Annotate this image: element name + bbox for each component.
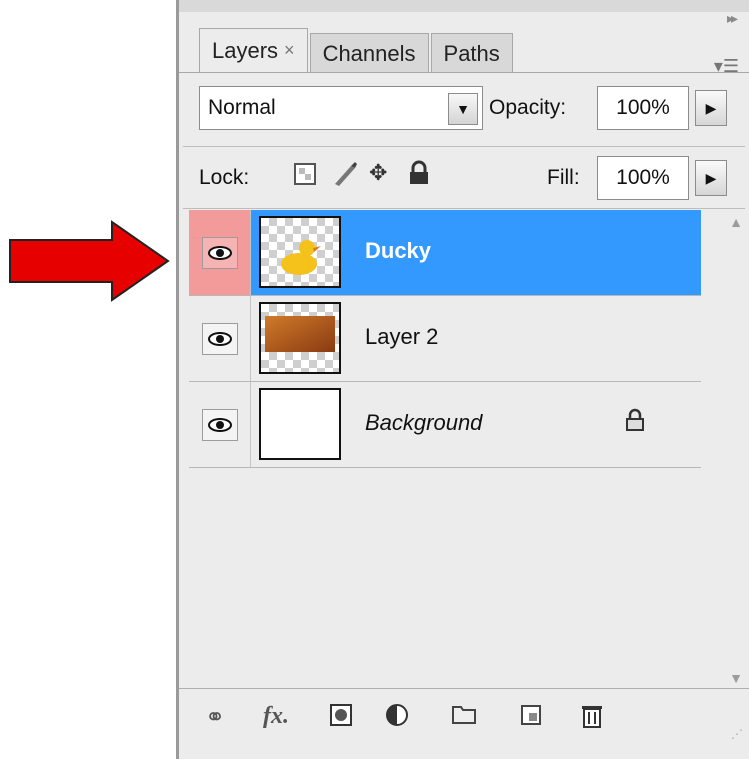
collapse-panel-icon[interactable]: ▸▸: [727, 10, 738, 27]
fill-slider-button[interactable]: ▶: [695, 160, 727, 196]
layer-name[interactable]: Layer 2: [365, 324, 438, 350]
layer-thumbnail-white: [259, 388, 341, 460]
trash-icon[interactable]: [581, 703, 603, 736]
visibility-toggle[interactable]: [189, 382, 251, 467]
panel-tabs: Layers × Channels Paths: [199, 28, 515, 73]
fill-input[interactable]: 100%: [597, 156, 689, 200]
scroll-up-icon[interactable]: ▲: [729, 214, 743, 230]
scroll-down-icon[interactable]: ▼: [729, 670, 743, 686]
divider: [183, 208, 745, 209]
layer-lock-icon: [625, 408, 645, 437]
tab-channels[interactable]: Channels: [309, 33, 429, 73]
adjustment-layer-icon[interactable]: [385, 703, 411, 736]
divider: [183, 146, 745, 147]
eye-icon: [201, 322, 238, 355]
layer-main[interactable]: Layer 2: [251, 296, 701, 381]
panel-menu-icon[interactable]: ▾☰: [714, 56, 739, 77]
opacity-input[interactable]: 100%: [597, 86, 689, 130]
mask-icon[interactable]: [329, 703, 353, 734]
lock-move-icon[interactable]: ✥: [369, 160, 387, 186]
panel-title-strip[interactable]: [179, 0, 749, 12]
opacity-label: Opacity:: [489, 96, 567, 119]
layers-list: Ducky Layer 2 Background: [189, 210, 701, 680]
layer-name[interactable]: Ducky: [365, 238, 431, 264]
blend-mode-value: Normal: [208, 96, 276, 119]
tab-label: Paths: [443, 40, 500, 66]
new-layer-icon[interactable]: [519, 703, 543, 734]
visibility-toggle[interactable]: [189, 296, 251, 381]
fill-label: Fill:: [547, 166, 580, 189]
lock-paint-icon[interactable]: [331, 160, 359, 194]
layer-row-background[interactable]: Background: [189, 382, 701, 468]
close-icon[interactable]: ×: [284, 40, 295, 61]
tab-paths[interactable]: Paths: [430, 33, 513, 73]
layer-thumbnail-wood: [259, 302, 341, 374]
fx-icon[interactable]: fx.: [263, 703, 289, 730]
eye-icon: [201, 236, 238, 269]
eye-icon: [201, 408, 238, 441]
layer-thumbnail-duck: [259, 216, 341, 288]
tab-label: Channels: [322, 40, 416, 66]
resize-grip-icon[interactable]: ⋰: [731, 727, 743, 741]
blend-mode-select[interactable]: Normal ▼: [199, 86, 483, 130]
lock-transparent-icon[interactable]: [293, 162, 317, 192]
layers-panel: ▸▸ Layers × Channels Paths ▾☰ Normal ▼ O…: [176, 0, 749, 759]
tab-divider: [179, 72, 749, 73]
layer-main[interactable]: Background: [251, 382, 701, 467]
layer-row-layer-2[interactable]: Layer 2: [189, 296, 701, 382]
opacity-slider-button[interactable]: ▶: [695, 90, 727, 126]
visibility-toggle[interactable]: [189, 210, 251, 295]
layer-name[interactable]: Background: [365, 410, 482, 436]
lock-all-icon[interactable]: [407, 160, 431, 192]
link-layers-icon[interactable]: ⚭: [205, 703, 225, 732]
tab-layers[interactable]: Layers ×: [199, 28, 308, 73]
red-arrow-icon: [9, 220, 170, 302]
panel-footer: ⚭ fx. ⋰: [179, 688, 749, 749]
lock-label: Lock:: [199, 166, 250, 189]
layer-main[interactable]: Ducky: [251, 210, 701, 295]
chevron-down-icon[interactable]: ▼: [448, 93, 478, 125]
tab-label: Layers: [212, 37, 279, 63]
group-folder-icon[interactable]: [451, 703, 477, 732]
layer-row-ducky[interactable]: Ducky: [189, 210, 701, 296]
